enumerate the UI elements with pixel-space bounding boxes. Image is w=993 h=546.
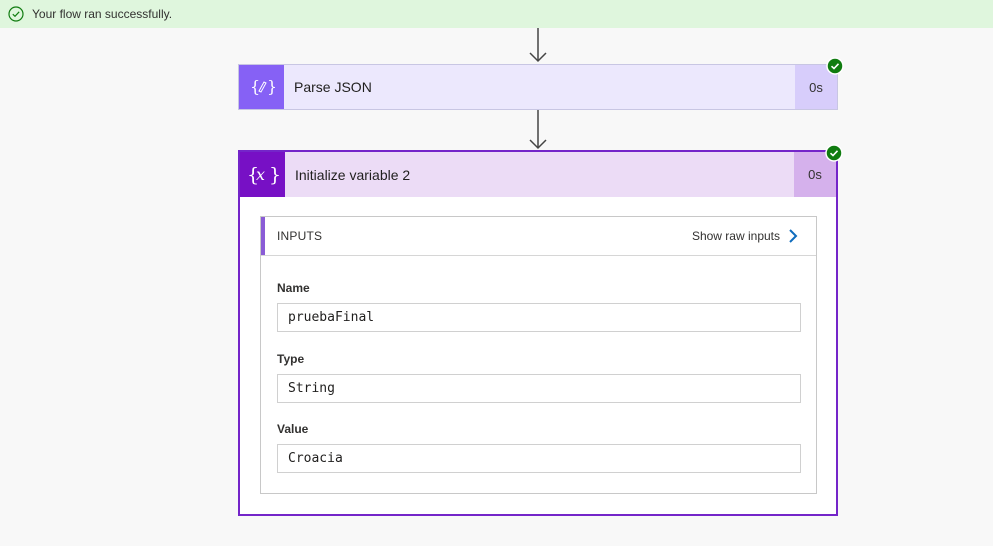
variable-icon: { x } <box>240 152 285 197</box>
input-field-type: Type String <box>277 352 801 403</box>
step-parse-json[interactable]: { } Parse JSON 0s <box>238 64 838 110</box>
success-check-icon <box>825 144 843 162</box>
show-raw-inputs-label: Show raw inputs <box>691 229 780 243</box>
input-field-value: Value Croacia <box>277 422 801 473</box>
inputs-accent-bar <box>261 217 265 255</box>
svg-text:x: x <box>256 165 265 184</box>
svg-text:}: } <box>269 164 280 186</box>
field-label: Value <box>277 422 309 436</box>
field-value[interactable]: Croacia <box>277 444 801 473</box>
step-initialize-variable[interactable]: { x } Initialize variable 2 0s INPUTS Sh… <box>238 150 838 516</box>
success-banner: Your flow ran successfully. <box>0 0 993 28</box>
show-raw-inputs-link[interactable]: Show raw inputs <box>692 228 816 244</box>
connector-arrow <box>529 110 547 150</box>
svg-text:{: { <box>250 77 260 96</box>
inputs-panel: INPUTS Show raw inputs Name pruebaFinal … <box>260 216 817 494</box>
chevron-right-icon <box>789 229 798 243</box>
field-label: Name <box>277 281 310 295</box>
field-value[interactable]: String <box>277 374 801 403</box>
banner-message: Your flow ran successfully. <box>32 7 173 21</box>
field-label: Type <box>277 352 305 366</box>
inputs-label: INPUTS <box>277 229 323 243</box>
field-value[interactable]: pruebaFinal <box>277 303 801 332</box>
svg-text:}: } <box>267 77 275 96</box>
connector-arrow <box>529 28 547 63</box>
input-field-name: Name pruebaFinal <box>277 281 801 332</box>
parse-json-icon: { } <box>239 65 284 109</box>
step-title: Initialize variable 2 <box>295 166 411 183</box>
check-circle-icon <box>8 6 24 22</box>
success-check-icon <box>826 57 844 75</box>
step-title: Parse JSON <box>294 79 372 95</box>
step-header[interactable]: { x } Initialize variable 2 0s <box>240 152 836 197</box>
inputs-header: INPUTS Show raw inputs <box>261 217 816 256</box>
